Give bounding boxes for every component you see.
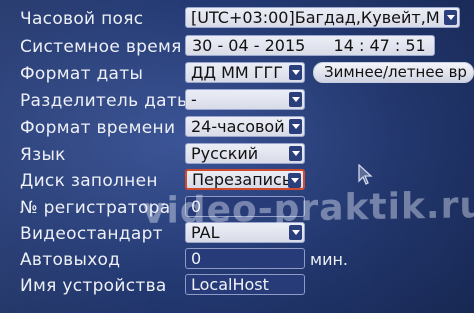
row-language: Язык Русский bbox=[0, 142, 474, 168]
language-label: Язык bbox=[20, 145, 66, 165]
system-date-value[interactable]: 30 - 04 - 2015 bbox=[192, 36, 305, 55]
chevron-down-icon[interactable] bbox=[288, 173, 301, 188]
system-time-value[interactable]: 14 : 47 : 51 bbox=[334, 36, 426, 55]
chevron-down-icon[interactable] bbox=[444, 10, 457, 25]
system-time-label: Системное время bbox=[20, 37, 182, 57]
auto-logout-value: 0 bbox=[191, 249, 202, 268]
watermark-text: video-praktik.ru bbox=[142, 184, 474, 233]
device-name-label: Имя устройства bbox=[20, 276, 167, 296]
row-system-time: Системное время 30 - 04 - 2015 14 : 47 :… bbox=[0, 34, 474, 60]
time-format-label: Формат времени bbox=[20, 118, 176, 138]
timezone-select[interactable]: [UTC+03:00]Багдад,Кувейт,М bbox=[185, 7, 460, 28]
device-name-value: LocalHost bbox=[191, 275, 269, 294]
device-name-input[interactable]: LocalHost bbox=[185, 274, 305, 295]
date-separator-value: - bbox=[191, 90, 197, 109]
date-format-label: Формат даты bbox=[20, 64, 144, 84]
mouse-cursor-icon bbox=[358, 164, 373, 185]
auto-logout-unit: мин. bbox=[310, 250, 349, 269]
chevron-down-icon[interactable] bbox=[289, 92, 302, 107]
disk-full-value: Перезапись bbox=[192, 170, 292, 189]
time-format-value: 24-часовой bbox=[191, 117, 285, 136]
disk-full-select[interactable]: Перезапись bbox=[185, 169, 305, 190]
date-format-select[interactable]: ДД ММ ГГГ bbox=[185, 62, 305, 83]
row-date-separator: Разделитель даты - bbox=[0, 88, 474, 114]
row-timezone: Часовой пояс [UTC+03:00]Багдад,Кувейт,М bbox=[0, 6, 474, 32]
language-select[interactable]: Русский bbox=[185, 143, 305, 164]
date-format-value: ДД ММ ГГГ bbox=[191, 63, 284, 82]
auto-logout-label: Автовыход bbox=[20, 250, 121, 270]
chevron-down-icon[interactable] bbox=[289, 65, 302, 80]
language-value: Русский bbox=[191, 144, 259, 163]
row-device-name: Имя устройства LocalHost bbox=[0, 273, 474, 299]
timezone-label: Часовой пояс bbox=[20, 9, 144, 29]
dst-button[interactable]: Зимнее/летнее вр bbox=[313, 62, 474, 83]
row-time-format: Формат времени 24-часовой bbox=[0, 115, 474, 141]
date-separator-select[interactable]: - bbox=[185, 89, 305, 110]
row-auto-logout: Автовыход 0 мин. bbox=[0, 247, 474, 273]
auto-logout-input[interactable]: 0 bbox=[185, 248, 305, 269]
time-format-select[interactable]: 24-часовой bbox=[185, 116, 305, 137]
chevron-down-icon[interactable] bbox=[289, 146, 302, 161]
row-date-format: Формат даты ДД ММ ГГГ Зимнее/летнее вр bbox=[0, 61, 474, 87]
timezone-value: [UTC+03:00]Багдад,Кувейт,М bbox=[191, 8, 440, 27]
disk-full-label: Диск заполнен bbox=[20, 171, 158, 191]
system-datetime-field[interactable]: 30 - 04 - 2015 14 : 47 : 51 bbox=[185, 35, 435, 56]
date-separator-label: Разделитель даты bbox=[20, 91, 191, 111]
chevron-down-icon[interactable] bbox=[289, 119, 302, 134]
